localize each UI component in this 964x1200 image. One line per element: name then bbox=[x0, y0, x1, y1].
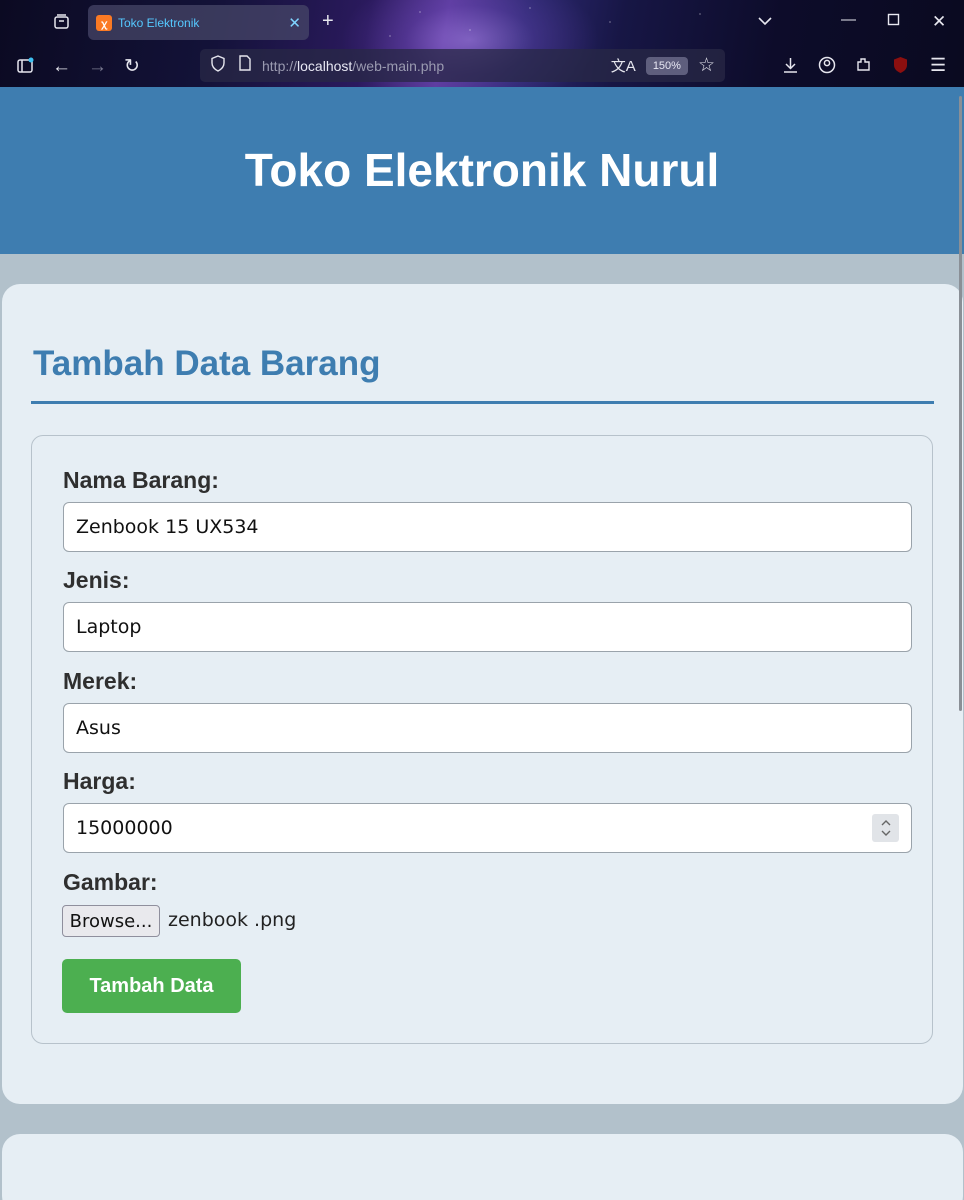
account-icon[interactable] bbox=[818, 56, 836, 79]
shield-icon[interactable] bbox=[210, 54, 226, 77]
number-spinner[interactable] bbox=[872, 814, 899, 842]
merek-input[interactable]: Asus bbox=[63, 703, 912, 753]
add-item-card: Tambah Data Barang Nama Barang: Zenbook … bbox=[2, 284, 963, 1104]
close-window-icon[interactable]: ✕ bbox=[932, 12, 946, 32]
new-tab-icon[interactable]: + bbox=[322, 11, 334, 31]
zoom-level-badge[interactable]: 150% bbox=[645, 56, 688, 75]
form-heading: Tambah Data Barang bbox=[33, 344, 381, 383]
selected-file-name: zenbook .png bbox=[168, 909, 297, 931]
browse-file-button[interactable]: Browse... bbox=[62, 905, 160, 937]
heading-divider bbox=[31, 401, 934, 404]
extensions-icon[interactable] bbox=[855, 56, 872, 78]
forward-arrow-icon[interactable]: → bbox=[88, 56, 107, 78]
browser-tab[interactable]: ꭓ Toko Elektronik ✕ bbox=[88, 5, 309, 40]
nama-barang-value: Zenbook 15 UX534 bbox=[76, 516, 259, 538]
menu-hamburger-icon[interactable]: ☰ bbox=[930, 55, 946, 76]
address-bar[interactable]: http://localhost/web-main.php 文A 150% ☆ bbox=[200, 49, 725, 82]
jenis-label: Jenis: bbox=[63, 567, 130, 593]
nama-barang-input[interactable]: Zenbook 15 UX534 bbox=[63, 502, 912, 552]
download-icon[interactable] bbox=[782, 56, 799, 79]
back-arrow-icon[interactable]: ← bbox=[52, 56, 71, 78]
site-title: Toko Elektronik Nurul bbox=[244, 143, 720, 196]
harga-value: 15000000 bbox=[76, 817, 173, 839]
sidebar-icon[interactable] bbox=[16, 57, 34, 80]
page-icon bbox=[238, 55, 252, 76]
bookmark-star-icon[interactable]: ☆ bbox=[698, 54, 715, 77]
close-tab-icon[interactable]: ✕ bbox=[288, 14, 301, 32]
tab-groups-icon[interactable] bbox=[53, 13, 70, 34]
harga-label: Harga: bbox=[63, 768, 136, 794]
gambar-label: Gambar: bbox=[63, 869, 158, 895]
add-item-form: Nama Barang: Zenbook 15 UX534 Jenis: Lap… bbox=[31, 435, 933, 1044]
translate-icon[interactable]: 文A bbox=[611, 55, 636, 76]
nama-barang-label: Nama Barang: bbox=[63, 467, 219, 493]
xampp-favicon-icon: ꭓ bbox=[96, 14, 112, 31]
page-scrollbar[interactable] bbox=[959, 96, 962, 711]
harga-input[interactable]: 15000000 bbox=[63, 803, 912, 853]
url-text[interactable]: http://localhost/web-main.php bbox=[262, 58, 611, 74]
minimize-icon[interactable]: — bbox=[841, 11, 856, 28]
jenis-value: Laptop bbox=[76, 616, 142, 638]
merek-value: Asus bbox=[76, 717, 121, 739]
tab-title: Toko Elektronik bbox=[118, 15, 200, 30]
maximize-icon[interactable] bbox=[887, 13, 901, 31]
spinner-up-down-icon bbox=[881, 820, 890, 836]
ublock-shield-icon[interactable] bbox=[892, 56, 909, 79]
reload-icon[interactable]: ↻ bbox=[124, 55, 140, 78]
site-header: Toko Elektronik Nurul bbox=[0, 87, 964, 254]
next-section-card bbox=[2, 1134, 963, 1200]
tab-list-chevron-icon[interactable] bbox=[757, 13, 773, 33]
merek-label: Merek: bbox=[63, 668, 138, 694]
jenis-input[interactable]: Laptop bbox=[63, 602, 912, 652]
tambah-data-button[interactable]: Tambah Data bbox=[62, 959, 241, 1013]
browser-chrome: ꭓ Toko Elektronik ✕ + — ✕ ← → ↻ http://l… bbox=[0, 0, 964, 87]
